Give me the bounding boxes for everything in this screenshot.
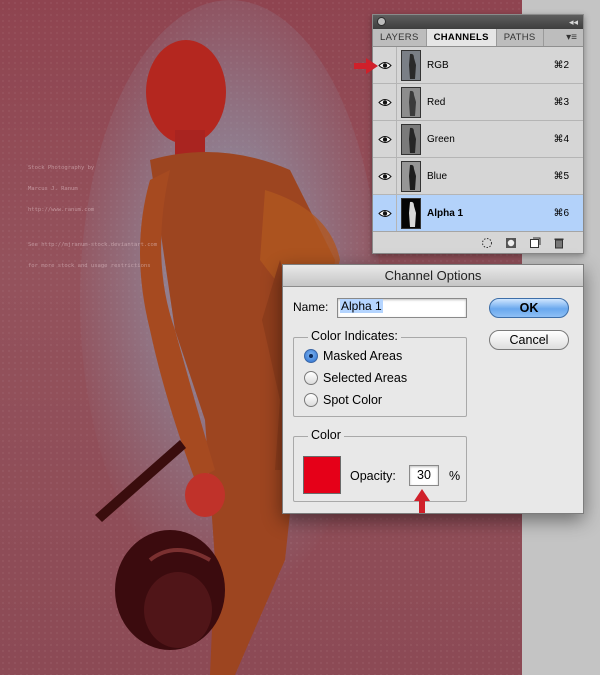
channel-thumbnail (401, 49, 421, 81)
radio-selected-areas[interactable]: Selected Areas (304, 371, 407, 385)
close-icon[interactable] (377, 17, 386, 26)
save-selection-icon[interactable] (505, 237, 517, 249)
trash-icon[interactable] (553, 237, 565, 249)
channel-thumbnail (401, 86, 421, 118)
radio-spot-color[interactable]: Spot Color (304, 393, 382, 407)
annotation-arrow-icon (354, 58, 378, 74)
channel-row-green[interactable]: Green ⌘4 (373, 121, 583, 158)
channel-options-dialog: Channel Options Name: Alpha 1 OK Cancel … (282, 264, 584, 514)
tab-layers[interactable]: LAYERS (373, 29, 427, 46)
channel-row-blue[interactable]: Blue ⌘5 (373, 158, 583, 195)
color-indicates-title: Color Indicates: (308, 329, 401, 343)
color-group-title: Color (308, 428, 344, 442)
channel-name: Red (427, 96, 446, 108)
new-channel-icon[interactable] (529, 237, 541, 249)
radio-button-selected[interactable] (304, 349, 318, 363)
channel-name: Green (427, 133, 455, 145)
eye-icon (377, 172, 392, 180)
dialog-title: Channel Options (283, 265, 583, 287)
name-label: Name: (293, 300, 329, 314)
channel-thumbnail (401, 160, 421, 192)
panel-tabs: LAYERS CHANNELS PATHS ▾≡ (373, 29, 583, 47)
visibility-toggle[interactable] (373, 195, 397, 231)
eye-icon (377, 135, 392, 143)
annotation-arrow-icon (414, 489, 430, 513)
radio-button[interactable] (304, 371, 318, 385)
ok-button[interactable]: OK (489, 298, 569, 318)
name-value: Alpha 1 (340, 299, 383, 313)
panel-footer (373, 231, 583, 253)
collapse-icon[interactable]: ◂◂ (569, 15, 578, 29)
color-swatch[interactable] (303, 456, 341, 494)
opacity-label: Opacity: (350, 469, 396, 483)
panel-menu-icon[interactable]: ▾≡ (566, 29, 577, 47)
channel-name: Alpha 1 (427, 207, 464, 219)
channel-name: Blue (427, 170, 448, 182)
eye-icon (377, 61, 392, 69)
channel-list: RGB ⌘2 Red ⌘3 Green ⌘4 Blue ⌘5 Alpha 1 ⌘… (373, 47, 583, 232)
load-selection-icon[interactable] (481, 237, 493, 249)
channel-shortcut: ⌘4 (553, 133, 569, 145)
opacity-input[interactable]: 30 (409, 465, 439, 486)
channel-thumbnail (401, 197, 421, 229)
radio-label: Spot Color (323, 393, 383, 407)
radio-button[interactable] (304, 393, 318, 407)
cancel-button[interactable]: Cancel (489, 330, 569, 350)
radio-masked-areas[interactable]: Masked Areas (304, 349, 402, 363)
channel-shortcut: ⌘3 (553, 96, 569, 108)
channels-panel: ◂◂ LAYERS CHANNELS PATHS ▾≡ RGB ⌘2 Red ⌘… (372, 14, 584, 254)
panel-titlebar: ◂◂ (373, 15, 583, 29)
channel-shortcut: ⌘6 (553, 207, 569, 219)
channel-row-rgb[interactable]: RGB ⌘2 (373, 47, 583, 84)
tab-channels[interactable]: CHANNELS (426, 29, 497, 46)
color-indicates-group: Color Indicates: Masked Areas Selected A… (293, 329, 467, 417)
visibility-toggle[interactable] (373, 84, 397, 120)
channel-row-alpha-1[interactable]: Alpha 1 ⌘6 (373, 195, 583, 232)
visibility-toggle[interactable] (373, 158, 397, 194)
channel-row-red[interactable]: Red ⌘3 (373, 84, 583, 121)
visibility-toggle[interactable] (373, 121, 397, 157)
channel-thumbnail (401, 123, 421, 155)
name-input[interactable]: Alpha 1 (337, 298, 467, 318)
opacity-unit: % (449, 469, 461, 483)
channel-shortcut: ⌘5 (553, 170, 569, 182)
photo-credit: Stock Photography by Marcus J. Ranum htt… (28, 165, 158, 269)
channel-name: RGB (427, 59, 449, 71)
radio-label: Masked Areas (323, 349, 403, 363)
tab-paths[interactable]: PATHS (497, 29, 544, 46)
channel-shortcut: ⌘2 (553, 59, 569, 71)
eye-icon (377, 98, 392, 106)
radio-label: Selected Areas (323, 371, 408, 385)
eye-icon (377, 209, 392, 217)
